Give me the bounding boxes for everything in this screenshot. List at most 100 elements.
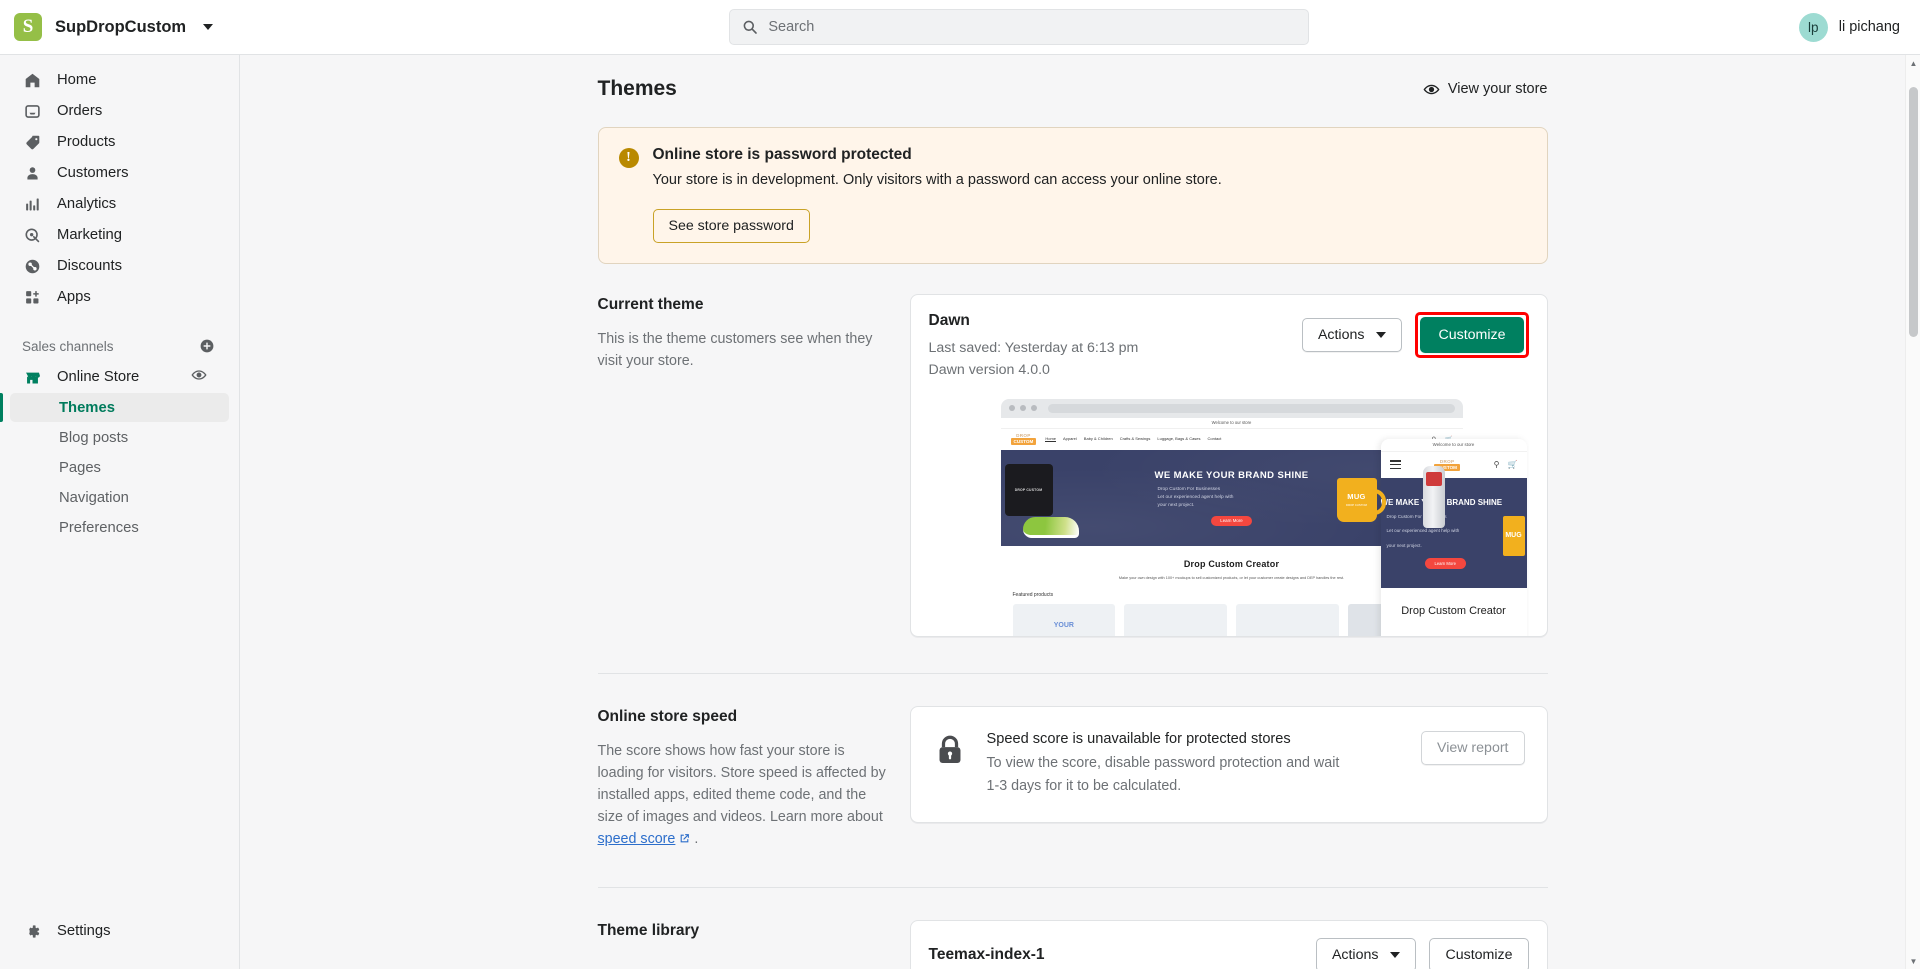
preview-product (1124, 603, 1227, 636)
view-report-button[interactable]: View report (1421, 730, 1525, 765)
speed-score-link[interactable]: speed score (598, 831, 676, 847)
sidebar-item-blog-posts[interactable]: Blog posts (10, 423, 229, 452)
theme-name: Dawn (928, 311, 970, 329)
divider (597, 672, 1548, 674)
scroll-up-arrow[interactable]: ▲ (1906, 55, 1920, 71)
add-sales-channel-icon[interactable] (197, 336, 217, 356)
chevron-down-icon (1376, 331, 1387, 338)
sidebar-item-apps[interactable]: Apps (10, 282, 229, 312)
password-protected-banner: ! Online store is password protected You… (597, 127, 1548, 264)
mobile-icons: ⚲ 🛒 (1494, 460, 1518, 469)
orders-icon (22, 101, 42, 121)
preview-hero-line1: Drop Custom For Businesses (1157, 486, 1221, 492)
apps-grid-icon (22, 287, 42, 307)
speed-card-body-line1: To view the score, disable password prot… (986, 754, 1340, 771)
primary-nav: Home Orders Products Customers Analytics… (0, 55, 239, 312)
user-menu[interactable]: lp li pichang (1798, 12, 1920, 42)
sidebar-item-label: Products (57, 134, 116, 150)
page-header: Themes View your store (598, 77, 1548, 101)
sidebar-item-products[interactable]: Products (10, 127, 229, 157)
mobile-cart-icon: 🛒 (1507, 460, 1518, 470)
mobile-hero-headline: WE MAKE YOUR BRAND SHINE (1380, 497, 1503, 507)
sidebar-item-online-store[interactable]: Online Store (10, 362, 229, 392)
search-container: Search (240, 9, 1799, 45)
warning-icon: ! (618, 148, 639, 168)
sidebar-item-marketing[interactable]: Marketing (10, 220, 229, 250)
products-tag-icon (22, 132, 42, 152)
library-customize-button[interactable]: Customize (1429, 937, 1529, 969)
preview-hoodie-image: DROP CUSTOM (1004, 463, 1053, 516)
preview-nav-link: Luggage, Bags & Cases (1157, 436, 1201, 442)
sales-channels-header: Sales channels (0, 336, 239, 362)
preview-store-eye-icon[interactable] (191, 367, 207, 387)
store-switcher[interactable]: S SupDropCustom (0, 13, 240, 41)
analytics-bars-icon (22, 194, 42, 214)
current-theme-description: This is the theme customers see when the… (597, 330, 873, 369)
marketing-target-icon (22, 225, 42, 245)
sidebar-item-themes[interactable]: Themes (0, 393, 229, 422)
hamburger-menu-icon (1389, 460, 1401, 470)
avatar: lp (1798, 12, 1828, 42)
preview-mug-image: MUG DROP CUSTOM (1336, 477, 1386, 522)
preview-nav-link: Home (1045, 436, 1056, 443)
browser-dot (1030, 405, 1037, 412)
theme-actions-button[interactable]: Actions (1301, 317, 1403, 352)
mobile-creator-title: Drop Custom Creator (1401, 604, 1506, 617)
library-actions-button[interactable]: Actions (1315, 937, 1417, 969)
sidebar-item-analytics[interactable]: Analytics (10, 189, 229, 219)
customize-button[interactable]: Customize (1420, 316, 1524, 353)
banner-title: Online store is password protected (652, 146, 912, 163)
view-your-store-link[interactable]: View your store (1423, 81, 1548, 98)
speed-card-body-line2: 1-3 days for it to be calculated. (986, 777, 1182, 794)
sidebar-item-settings[interactable]: Settings (10, 916, 229, 946)
see-store-password-button[interactable]: See store password (652, 208, 810, 243)
sidebar-item-label: Orders (57, 103, 103, 119)
theme-library-section: Theme library Teemax-index-1 Actions Cus… (598, 919, 1548, 969)
gear-icon (22, 921, 42, 941)
mobile-mug-image: MUG (1502, 515, 1525, 556)
page-scrollbar[interactable]: ▲ ▼ (1905, 55, 1920, 969)
settings-container: Settings (0, 916, 239, 947)
sidebar-item-home[interactable]: Home (10, 65, 229, 95)
mobile-nav: DROP CUSTOM ⚲ 🛒 (1381, 452, 1527, 478)
lock-icon (933, 733, 967, 772)
preview-hero-line2: Let our experienced agent help with (1157, 494, 1234, 500)
view-your-store-label: View your store (1447, 81, 1548, 97)
store-speed-section: Online store speed The score shows how f… (598, 705, 1548, 851)
user-name-label: li pichang (1838, 19, 1900, 35)
search-input[interactable]: Search (729, 9, 1310, 45)
preview-creator-body: Make your own design with 100+ mockups t… (1118, 575, 1345, 580)
speed-card-title: Speed score is unavailable for protected… (986, 730, 1291, 747)
preview-product-label: YOUR (1053, 622, 1074, 630)
preview-product: YOUR (1012, 603, 1116, 636)
sidebar-item-orders[interactable]: Orders (10, 96, 229, 126)
sidebar-item-pages[interactable]: Pages (10, 453, 229, 482)
sidebar-item-navigation[interactable]: Navigation (10, 483, 229, 512)
sidebar-item-label: Apps (57, 289, 91, 305)
online-store-icon (22, 367, 42, 387)
preview-bottle-image (1422, 465, 1445, 528)
search-placeholder-label: Search (768, 19, 815, 35)
sidebar-subitem-label: Blog posts (59, 429, 129, 446)
sidebar-item-discounts[interactable]: Discounts (10, 251, 229, 281)
sidebar-item-customers[interactable]: Customers (10, 158, 229, 188)
eye-icon (1423, 84, 1440, 94)
library-actions-label: Actions (1331, 946, 1379, 963)
preview-hero-line3: your next project. (1157, 502, 1195, 508)
divider (597, 886, 1548, 888)
preview-product (1236, 603, 1339, 636)
current-theme-heading: Current theme (597, 295, 704, 313)
theme-preview: Welcome to our store DROP CUSTOM Home Ap… (929, 398, 1529, 636)
sidebar-item-preferences[interactable]: Preferences (10, 513, 229, 542)
preview-mug-label: MUG (1347, 492, 1366, 502)
theme-version: Dawn version 4.0.0 (928, 361, 1050, 378)
sidebar-item-label: Customers (57, 165, 129, 181)
banner-body: Your store is in development. Only visit… (652, 172, 1222, 188)
customers-person-icon (22, 163, 42, 183)
sidebar-item-label: Marketing (57, 227, 122, 243)
scroll-down-arrow[interactable]: ▼ (1906, 953, 1920, 969)
sidebar-item-label: Home (57, 72, 97, 88)
sidebar-subitem-label: Themes (59, 399, 115, 416)
scrollbar-thumb[interactable] (1909, 87, 1918, 337)
mobile-logo-top: DROP (1439, 458, 1455, 464)
